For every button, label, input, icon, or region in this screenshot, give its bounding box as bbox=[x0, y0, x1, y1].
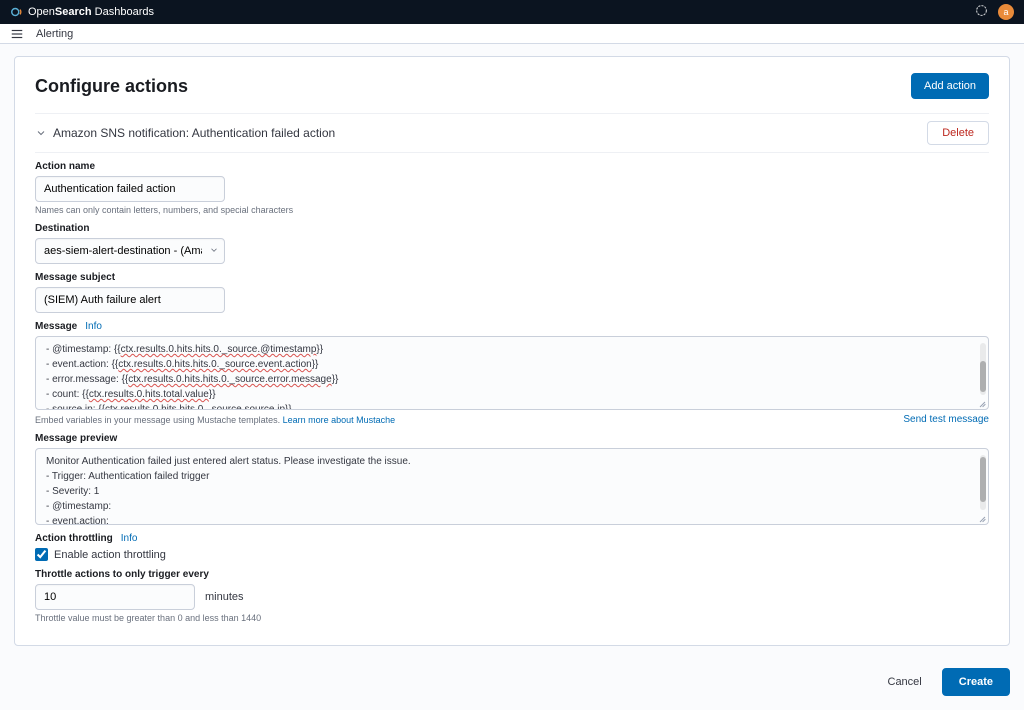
enable-throttling-label[interactable]: Enable action throttling bbox=[54, 549, 166, 561]
opensearch-logo-icon bbox=[10, 5, 24, 19]
scrollbar[interactable] bbox=[980, 455, 986, 510]
breadcrumb[interactable]: Alerting bbox=[36, 28, 73, 40]
page-footer: Cancel Create bbox=[0, 658, 1024, 710]
destination-label: Destination bbox=[35, 223, 989, 234]
sub-header: Alerting bbox=[0, 24, 1024, 44]
message-subject-input[interactable] bbox=[35, 287, 225, 313]
configure-actions-panel: Configure actions Add action Amazon SNS … bbox=[14, 56, 1010, 646]
create-button[interactable]: Create bbox=[942, 668, 1010, 696]
nav-toggle-icon[interactable] bbox=[10, 27, 24, 41]
accordion-title: Amazon SNS notification: Authentication … bbox=[53, 126, 335, 140]
message-info-link[interactable]: Info bbox=[85, 321, 102, 332]
resize-handle[interactable] bbox=[976, 512, 986, 522]
message-subject-label: Message subject bbox=[35, 272, 989, 283]
message-preview-label: Message preview bbox=[35, 433, 989, 444]
action-accordion-header: Amazon SNS notification: Authentication … bbox=[35, 113, 989, 153]
delete-action-button[interactable]: Delete bbox=[927, 121, 989, 145]
enable-throttling-checkbox[interactable] bbox=[35, 548, 48, 561]
updates-icon[interactable] bbox=[975, 4, 988, 20]
panel-title: Configure actions bbox=[35, 76, 188, 97]
action-throttling-label: Action throttling bbox=[35, 533, 113, 544]
accordion-toggle-icon[interactable] bbox=[35, 127, 47, 139]
destination-select[interactable]: aes-siem-alert-destination - (Amazon SNS… bbox=[35, 238, 225, 264]
throttle-trigger-label: Throttle actions to only trigger every bbox=[35, 569, 989, 580]
resize-handle[interactable] bbox=[976, 397, 986, 407]
action-name-input[interactable] bbox=[35, 176, 225, 202]
mustache-note: Embed variables in your message using Mu… bbox=[35, 415, 395, 425]
throttle-help: Throttle value must be greater than 0 an… bbox=[35, 613, 989, 623]
brand: OpenSearch Dashboards bbox=[10, 5, 154, 19]
throttle-value-input[interactable] bbox=[35, 584, 195, 610]
header-right: a bbox=[975, 4, 1014, 20]
message-label: Message bbox=[35, 321, 77, 332]
scrollbar[interactable] bbox=[980, 343, 986, 395]
global-header: OpenSearch Dashboards a bbox=[0, 0, 1024, 24]
brand-text: OpenSearch Dashboards bbox=[28, 6, 154, 18]
user-avatar[interactable]: a bbox=[998, 4, 1014, 20]
throttle-unit: minutes bbox=[205, 591, 244, 603]
learn-more-mustache-link[interactable]: Learn more about Mustache bbox=[283, 415, 396, 425]
throttling-info-link[interactable]: Info bbox=[121, 533, 138, 544]
send-test-message-link[interactable]: Send test message bbox=[903, 414, 989, 425]
action-name-label: Action name bbox=[35, 161, 989, 172]
cancel-button[interactable]: Cancel bbox=[876, 668, 934, 696]
action-name-help: Names can only contain letters, numbers,… bbox=[35, 205, 989, 215]
message-textarea[interactable]: - @timestamp: {{ctx.results.0.hits.hits.… bbox=[35, 336, 989, 410]
add-action-button[interactable]: Add action bbox=[911, 73, 989, 99]
message-preview-box[interactable]: Monitor Authentication failed just enter… bbox=[35, 448, 989, 525]
